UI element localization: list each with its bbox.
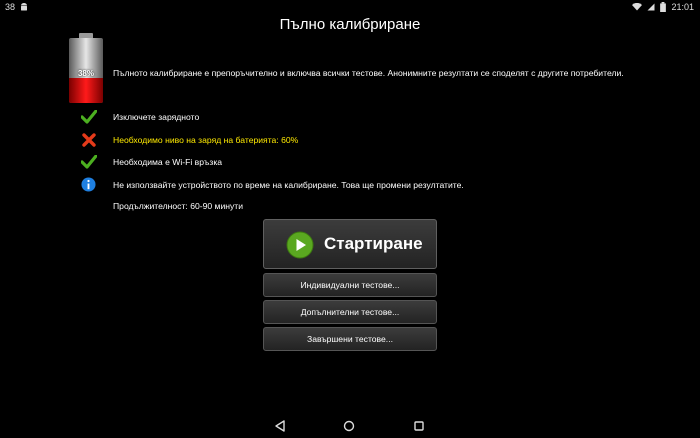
check-item-label: Не използвайте устройството по време на … <box>113 179 464 190</box>
check-item-label: Необходимо ниво на заряд на батерията: 6… <box>113 134 299 145</box>
check-item: Не използвайте устройството по време на … <box>80 176 464 193</box>
check-item: Изключете зарядното <box>80 108 199 125</box>
individual-tests-button[interactable]: Индивидуални тестове... <box>263 273 437 297</box>
green-check-icon <box>80 108 97 125</box>
back-icon[interactable] <box>274 420 286 432</box>
status-bar-left: 38 <box>5 2 28 12</box>
android-icon <box>21 2 28 10</box>
wifi-icon <box>632 3 643 11</box>
start-button[interactable]: Стартиране <box>263 219 437 269</box>
additional-tests-button[interactable]: Допълнителни тестове... <box>263 300 437 324</box>
play-icon <box>286 231 314 259</box>
notification-count: 38 <box>5 2 16 12</box>
green-check-icon <box>80 153 97 170</box>
info-icon <box>80 176 97 193</box>
intro-text: Пълното калибриране е препоръчително и в… <box>113 68 624 78</box>
status-bar: 38 21:01 <box>0 0 700 14</box>
signal-icon <box>647 3 655 11</box>
status-bar-right: 21:01 <box>632 2 694 12</box>
battery-percent-label: 38% <box>77 69 94 78</box>
navigation-bar <box>0 415 700 438</box>
battery-graphic: 38% <box>69 33 103 103</box>
check-item: Необходима е Wi-Fi връзка <box>80 153 222 170</box>
check-item: Необходимо ниво на заряд на батерията: 6… <box>80 131 298 148</box>
home-icon[interactable] <box>343 420 355 432</box>
completed-tests-button[interactable]: Завършени тестове... <box>263 327 437 351</box>
page-title: Пълно калибриране <box>279 16 421 33</box>
red-x-icon <box>80 131 97 148</box>
check-item-label: Изключете зарядното <box>113 111 200 122</box>
recents-icon[interactable] <box>414 421 424 431</box>
duration-text: Продължителност: 60-90 минути <box>113 201 244 211</box>
start-button-label: Стартиране <box>324 234 423 253</box>
battery-status-icon <box>660 2 667 12</box>
clock: 21:01 <box>671 2 694 12</box>
check-item-label: Необходима е Wi-Fi връзка <box>113 156 223 167</box>
battery-fill <box>69 78 103 103</box>
